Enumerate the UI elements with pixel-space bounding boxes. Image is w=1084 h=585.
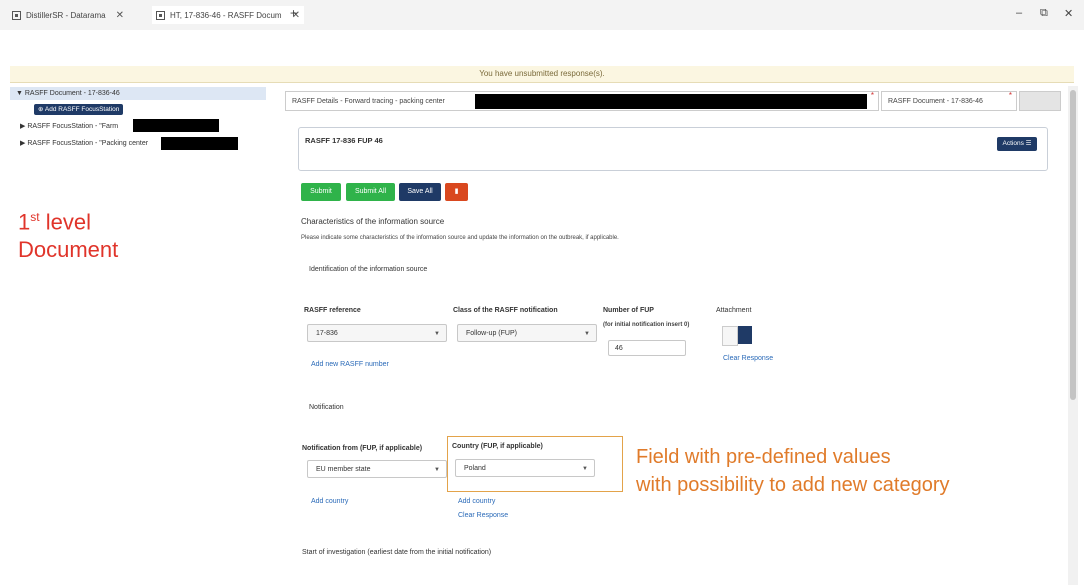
main-panel: RASFF Details - Forward tracing - packin… [285,86,1065,585]
submit-button[interactable]: Submit [301,183,341,201]
chevron-down-icon: ▼ [434,331,440,337]
chevron-down-icon: ▼ [582,466,588,472]
rasff-reference-select[interactable]: 17-836 ▼ [307,324,447,342]
browser-tab-strip: DistillerSR - Datarama ✕ HT, 17-836-46 -… [0,0,1084,30]
chevron-down-icon: ▼ [434,467,440,473]
browser-tab-label: HT, 17-836-46 - RASFF Docum [170,10,282,20]
plus-circle-icon: ⊕ [38,106,45,113]
tab-placeholder [1019,91,1061,111]
add-country-link[interactable]: Add country [311,498,348,505]
add-rasff-number-link[interactable]: Add new RASFF number [311,361,389,368]
annotation-text: with possibility to add new category [636,474,950,496]
scrollbar-thumb[interactable] [1070,90,1076,400]
attachment-label: Attachment [716,307,752,314]
browser-tab-label: DistillerSR - Datarama [26,10,106,20]
tab-favicon-icon [12,10,21,20]
tree-item-label: ▶ RASFF FocusStation - "Packing center [20,140,149,147]
delete-button[interactable]: ▮ [445,183,468,201]
fup-number-label: Number of FUP [603,307,654,314]
select-value: EU member state [316,466,371,473]
section-title: Characteristics of the information sourc… [301,217,445,226]
identification-title: Identification of the information source [309,266,428,273]
close-icon[interactable]: * [1009,86,1012,106]
redaction-box [161,137,238,150]
browser-tab-distiller[interactable]: DistillerSR - Datarama ✕ [12,6,124,24]
tree-item-packing-center[interactable]: ▶ RASFF FocusStation - "Packing center [20,138,148,150]
select-value: Poland [464,465,486,472]
submit-all-button[interactable]: Submit All [346,183,395,201]
annotation-field-predefined: Field with pre-defined values with possi… [636,443,1076,499]
country-label: Country (FUP, if applicable) [452,443,543,450]
document-header-card: RASFF 17-836 FUP 46 Actions ☰ [298,127,1048,171]
rasff-reference-label: RASFF reference [304,307,361,314]
annotation-text: 1 [18,209,31,235]
attachment-file-field[interactable] [722,326,738,346]
minimize-button[interactable]: – [1016,7,1022,19]
tab-rasff-document[interactable]: RASFF Document - 17-836-46 * [881,91,1017,111]
clear-response-link-2[interactable]: Clear Response [458,512,508,519]
tab-label: RASFF Document - 17-836-46 [888,98,983,105]
unsubmitted-notice: You have unsubmitted response(s). [10,66,1074,83]
notification-title: Notification [309,404,344,411]
annotation-text: Field with pre-defined values [636,446,891,468]
add-focusstation-label: Add RASFF FocusStation [44,106,120,113]
add-focusstation-button[interactable]: ⊕ Add RASFF FocusStation [34,104,124,115]
browser-tab-rasff[interactable]: HT, 17-836-46 - RASFF Docum ✕ [152,6,304,24]
close-window-button[interactable]: ✕ [1064,7,1073,20]
tab-label: RASFF Details - Forward tracing - packin… [292,98,445,105]
start-investigation-label: Start of investigation (earliest date fr… [302,549,492,556]
tree-item-farm[interactable]: ▶ RASFF FocusStation - "Farm [20,121,118,133]
actions-menu-button[interactable]: Actions ☰ [997,137,1037,151]
class-select[interactable]: Follow-up (FUP) ▼ [457,324,597,342]
select-value: 17-836 [316,330,338,337]
clear-response-link[interactable]: Clear Response [723,355,773,362]
close-icon[interactable]: * [871,86,874,106]
section-description: Please indicate some characteristics of … [301,235,619,241]
add-country-link-2[interactable]: Add country [458,498,495,505]
notification-from-label: Notification from (FUP, if applicable) [302,445,423,452]
annotation-text: level [39,209,91,235]
redaction-box [475,94,867,109]
redaction-box [133,119,219,132]
annotation-first-level-document: 1st level Document [18,203,218,264]
attachment-upload-button[interactable] [738,326,752,344]
document-tree: ▼ RASFF Document - 17-836-46 ⊕ Add RASFF… [10,84,270,584]
country-select[interactable]: Poland ▼ [455,459,595,477]
restore-button[interactable]: ⧉ [1040,7,1048,20]
fup-number-input[interactable]: 46 [608,340,686,356]
tab-favicon-icon [156,10,165,20]
tree-root-document[interactable]: ▼ RASFF Document - 17-836-46 [10,87,266,100]
fup-number-sublabel: (for initial notification insert 0) [603,322,690,328]
tree-item-label: ▶ RASFF FocusStation - "Farm [20,123,119,130]
save-all-button[interactable]: Save All [399,183,441,201]
annotation-text: Document [18,237,119,263]
class-label: Class of the RASFF notification [453,307,558,314]
close-icon[interactable]: ✕ [116,10,124,21]
notification-from-select[interactable]: EU member state ▼ [307,460,447,478]
chevron-down-icon: ▼ [584,331,590,337]
select-value: Follow-up (FUP) [466,330,517,337]
annotation-superscript: st [30,210,40,224]
document-title: RASFF 17-836 FUP 46 [305,136,383,145]
trash-icon: ▮ [454,188,459,195]
new-tab-button[interactable]: + [290,6,297,20]
